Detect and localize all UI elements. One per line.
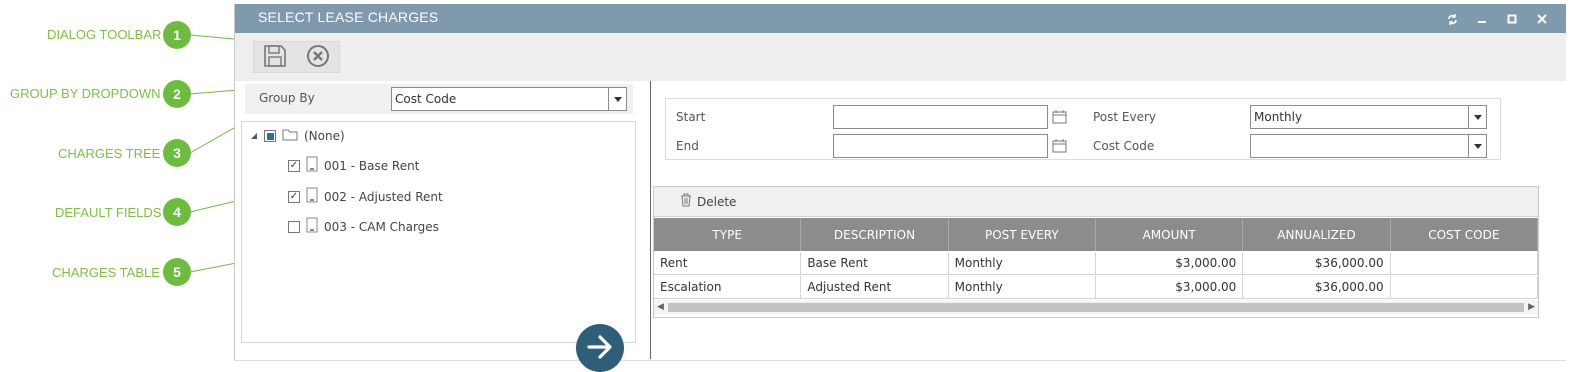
charges-tree: (None) ✓ 001 - Base Rent ✓ 002 - Adjuste… [241, 121, 636, 372]
tree-item-label: 002 - Adjusted Rent [324, 189, 443, 204]
annotation-label-tree: CHARGES TREE [58, 146, 161, 161]
document-icon [306, 217, 318, 236]
end-label: End [676, 139, 699, 153]
calendar-icon[interactable] [1052, 138, 1067, 156]
close-icon[interactable] [1530, 9, 1554, 29]
table-header: TYPE DESCRIPTION POST EVERY AMOUNT ANNUA… [654, 218, 1538, 251]
annotation-badge-1: 1 [163, 21, 191, 49]
tree-item-label: 001 - Base Rent [324, 158, 420, 173]
dialog-title: SELECT LEASE CHARGES [258, 9, 439, 25]
start-label: Start [676, 110, 706, 124]
tree-item[interactable]: ✓ 002 - Adjusted Rent [288, 187, 443, 206]
save-button[interactable] [254, 42, 297, 72]
table-row[interactable]: Rent Base Rent Monthly $3,000.00 $36,000… [654, 252, 1538, 275]
tree-item[interactable]: ✓ 001 - Base Rent [288, 156, 419, 175]
column-header[interactable]: AMOUNT [1096, 218, 1244, 251]
group-by-label: Group By [259, 91, 315, 105]
restore-icon[interactable] [1440, 9, 1464, 29]
column-header[interactable]: DESCRIPTION [801, 218, 949, 251]
scroll-right-icon[interactable]: ▶ [1528, 302, 1535, 312]
table-cell[interactable]: Monthly [949, 276, 1096, 298]
document-icon [306, 156, 318, 175]
tree-item-checkbox[interactable]: ✓ [288, 190, 300, 203]
folder-icon [282, 128, 298, 144]
charges-table: Delete TYPE DESCRIPTION POST EVERY AMOUN… [653, 186, 1539, 318]
group-by-dropdown[interactable]: Cost Code [391, 87, 627, 111]
dialog-titlebar[interactable]: SELECT LEASE CHARGES [235, 4, 1566, 33]
post-every-value: Monthly [1254, 110, 1303, 124]
left-pane: Group By Cost Code (None) ✓ 001 - Base R… [235, 81, 651, 372]
column-header[interactable]: TYPE [654, 218, 802, 251]
column-header[interactable]: ANNUALIZED [1243, 218, 1391, 251]
annotation-label-toolbar: DIALOG TOOLBAR [47, 27, 162, 42]
annotation-label-group-by: GROUP BY DROPDOWN [10, 86, 161, 101]
table-cell[interactable]: Rent [654, 252, 802, 274]
annotation-badge-2: 2 [163, 80, 191, 108]
toolbar-button-group [253, 41, 340, 73]
horizontal-scrollbar[interactable]: ◀ ▶ [654, 300, 1538, 315]
tree-item-checkbox[interactable]: ✓ [288, 159, 300, 172]
annotation-badge-5: 5 [163, 258, 191, 286]
minimize-icon[interactable] [1470, 9, 1494, 29]
table-cell[interactable] [1391, 252, 1538, 274]
calendar-icon[interactable] [1052, 109, 1067, 127]
table-cell[interactable]: $36,000.00 [1243, 276, 1391, 298]
chevron-down-icon[interactable] [1468, 106, 1486, 128]
cost-code-label: Cost Code [1093, 139, 1155, 153]
table-cell[interactable]: $36,000.00 [1243, 252, 1391, 274]
trash-icon [680, 193, 692, 210]
scroll-left-icon[interactable]: ◀ [657, 302, 664, 312]
delete-label: Delete [697, 194, 737, 209]
annotation-badge-3: 3 [163, 139, 191, 167]
grid-toolbar: Delete [654, 187, 1538, 217]
end-date-input[interactable] [833, 134, 1048, 158]
table-cell[interactable] [1391, 276, 1538, 298]
tree-root-checkbox[interactable] [264, 130, 276, 142]
cancel-icon [306, 44, 330, 71]
cancel-button[interactable] [297, 42, 340, 72]
group-by-row: Group By Cost Code [245, 84, 633, 114]
tree-item[interactable]: 003 - CAM Charges [288, 217, 439, 236]
document-icon [306, 187, 318, 206]
chevron-down-icon[interactable] [608, 88, 626, 110]
column-header[interactable]: POST EVERY [949, 218, 1096, 251]
maximize-icon[interactable] [1500, 9, 1524, 29]
select-lease-charges-dialog: SELECT LEASE CHARGES Group By Cost Code … [234, 4, 1566, 372]
arrow-right-icon [585, 332, 615, 365]
cost-code-dropdown[interactable] [1250, 134, 1487, 158]
annotation-label-table: CHARGES TABLE [52, 265, 160, 280]
default-fields: Start Post Every Monthly End Cost Code [665, 98, 1501, 160]
table-cell[interactable]: Escalation [654, 276, 802, 298]
table-cell[interactable]: Monthly [949, 252, 1096, 274]
tree-root-node[interactable]: (None) [250, 128, 345, 144]
dialog-toolbar [235, 33, 1566, 81]
tree-root-label: (None) [304, 129, 345, 143]
collapse-triangle-icon[interactable] [250, 129, 258, 143]
post-every-dropdown[interactable]: Monthly [1250, 105, 1487, 129]
annotation-label-defaults: DEFAULT FIELDS [55, 205, 162, 220]
pane-splitter[interactable] [650, 81, 651, 359]
window-buttons [1440, 9, 1554, 29]
tree-item-checkbox[interactable] [288, 220, 300, 233]
group-by-value: Cost Code [395, 92, 457, 106]
table-cell[interactable]: $3,000.00 [1096, 276, 1244, 298]
table-row[interactable]: Escalation Adjusted Rent Monthly $3,000.… [654, 276, 1538, 299]
scrollbar-thumb[interactable] [668, 303, 1524, 312]
table-cell[interactable]: Adjusted Rent [801, 276, 949, 298]
chevron-down-icon[interactable] [1468, 135, 1486, 157]
annotation-badge-4: 4 [163, 198, 191, 226]
start-date-input[interactable] [833, 105, 1048, 129]
post-every-label: Post Every [1093, 110, 1157, 124]
add-charges-button[interactable] [576, 324, 624, 372]
table-cell[interactable]: $3,000.00 [1096, 252, 1244, 274]
column-header[interactable]: COST CODE [1391, 218, 1538, 251]
delete-button[interactable]: Delete [680, 193, 736, 210]
save-icon [262, 43, 288, 72]
table-cell[interactable]: Base Rent [801, 252, 949, 274]
tree-item-label: 003 - CAM Charges [324, 219, 439, 234]
